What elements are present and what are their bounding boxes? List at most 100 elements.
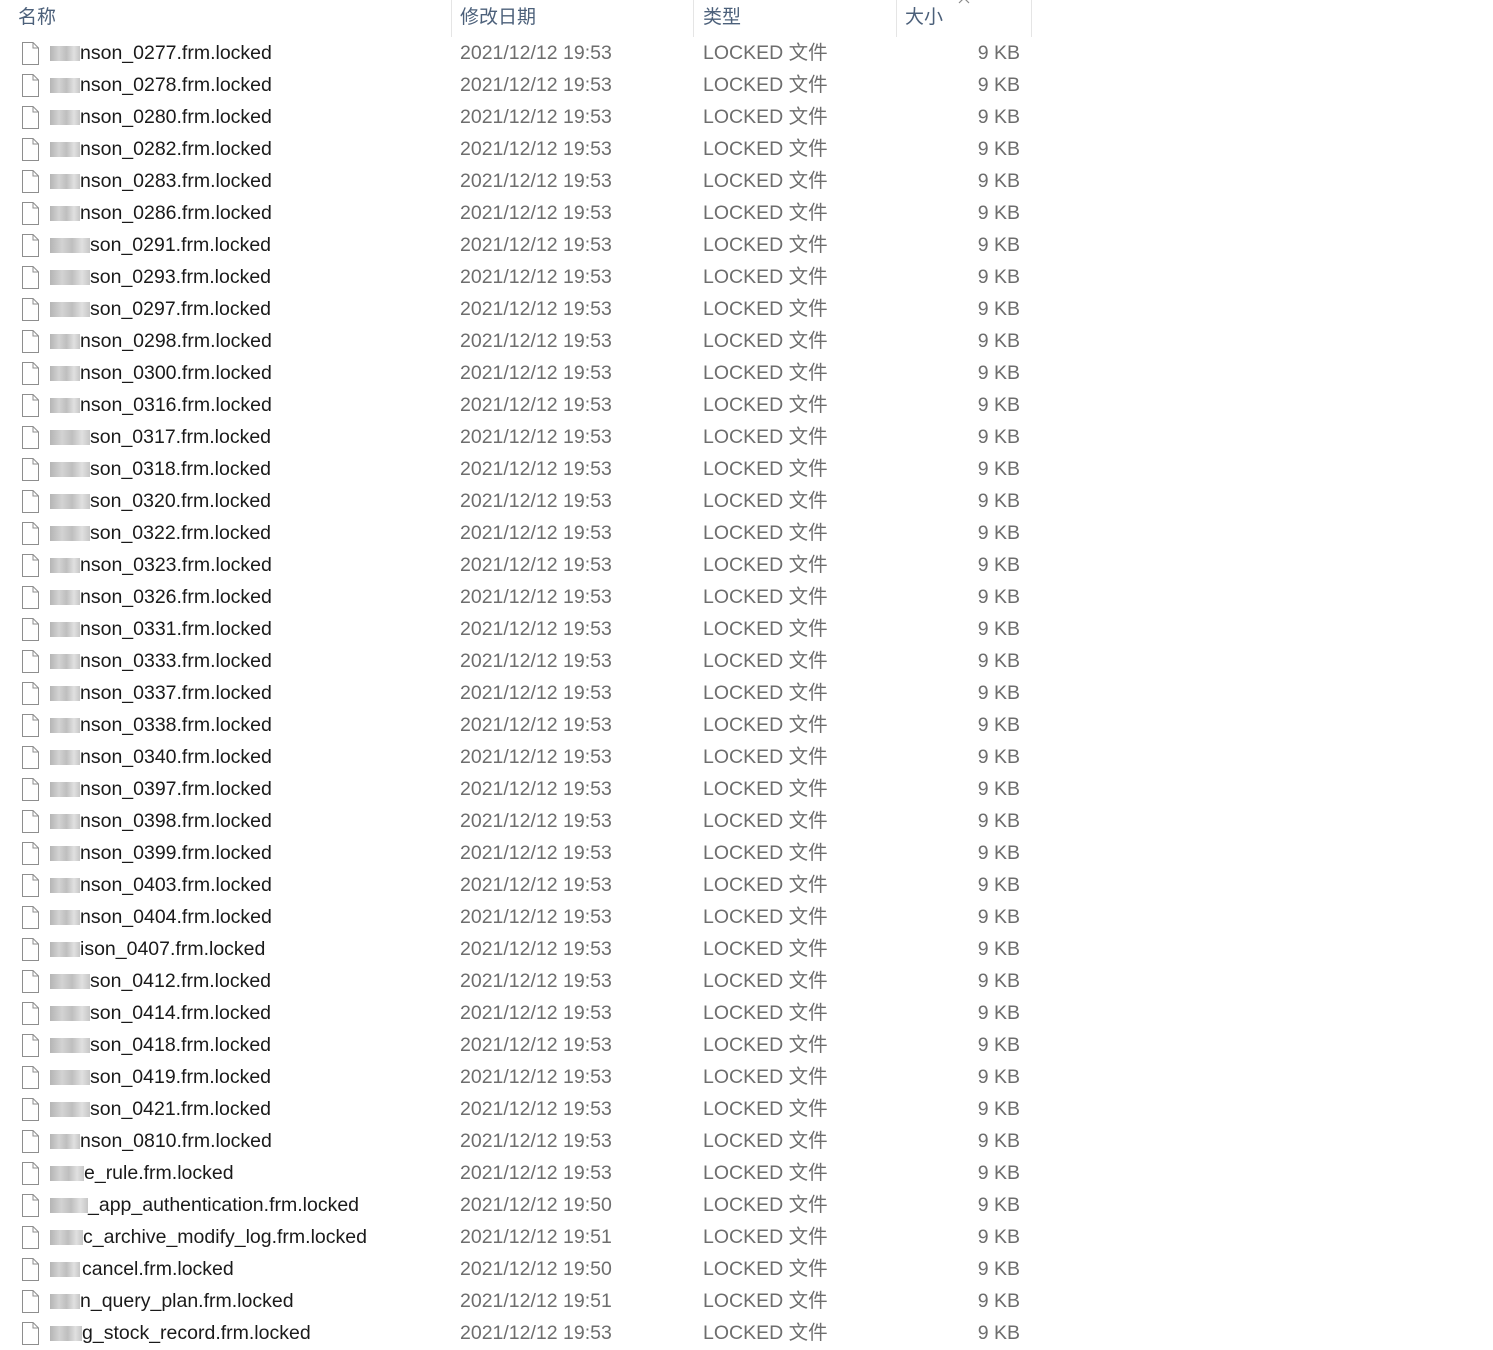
file-size: 9 KB xyxy=(977,1002,1020,1024)
redacted-name-prefix xyxy=(50,910,80,925)
file-date-modified: 2021/12/12 19:53 xyxy=(460,1162,612,1184)
file-type: LOCKED 文件 xyxy=(703,682,828,704)
blank-file-icon xyxy=(22,1322,39,1345)
file-size: 9 KB xyxy=(977,234,1020,256)
file-row[interactable]: nson_0399.frm.locked 2021/12/12 19:53 LOCK… xyxy=(0,837,1032,869)
file-size: 9 KB xyxy=(977,106,1020,128)
file-row[interactable]: nson_0333.frm.locked 2021/12/12 19:53 LOCK… xyxy=(0,645,1032,677)
file-name: nson_0278.frm.locked xyxy=(80,74,272,96)
file-row[interactable]: n_query_plan.frm.locked 2021/12/12 19:51 L… xyxy=(0,1285,1032,1317)
file-row[interactable]: nson_0331.frm.locked 2021/12/12 19:53 LOCK… xyxy=(0,613,1032,645)
file-row[interactable]: son_0418.frm.locked 2021/12/12 19:53 LOCKE… xyxy=(0,1029,1032,1061)
column-header-name[interactable]: 名称 xyxy=(0,0,451,37)
file-row[interactable]: nson_0286.frm.locked 2021/12/12 19:53 LOCK… xyxy=(0,197,1032,229)
file-row[interactable]: nson_0280.frm.locked 2021/12/12 19:53 LOCK… xyxy=(0,101,1032,133)
file-name: nson_0337.frm.locked xyxy=(80,682,272,704)
file-row[interactable]: ison_0407.frm.locked 2021/12/12 19:53 LOCK… xyxy=(0,933,1032,965)
blank-file-icon xyxy=(22,906,39,929)
file-row[interactable]: son_0414.frm.locked 2021/12/12 19:53 LOCKE… xyxy=(0,997,1032,1029)
file-row[interactable]: son_0419.frm.locked 2021/12/12 19:53 LOCKE… xyxy=(0,1061,1032,1093)
file-type: LOCKED 文件 xyxy=(703,1290,828,1312)
file-type: LOCKED 文件 xyxy=(703,874,828,896)
file-row[interactable]: nson_0300.frm.locked 2021/12/12 19:53 LOCK… xyxy=(0,357,1032,389)
file-size: 9 KB xyxy=(977,138,1020,160)
file-row[interactable]: son_0317.frm.locked 2021/12/12 19:53 LOCKE… xyxy=(0,421,1032,453)
file-row[interactable]: nson_0316.frm.locked 2021/12/12 19:53 LOCK… xyxy=(0,389,1032,421)
file-row[interactable]: nson_0340.frm.locked 2021/12/12 19:53 LOCK… xyxy=(0,741,1032,773)
file-date-modified: 2021/12/12 19:53 xyxy=(460,362,612,384)
file-row[interactable]: son_0297.frm.locked 2021/12/12 19:53 LOCKE… xyxy=(0,293,1032,325)
file-name: son_0418.frm.locked xyxy=(90,1034,272,1056)
file-date-modified: 2021/12/12 19:53 xyxy=(460,1002,612,1024)
file-date-modified: 2021/12/12 19:50 xyxy=(460,1258,612,1280)
file-name: nson_0338.frm.locked xyxy=(80,714,272,736)
file-date-modified: 2021/12/12 19:53 xyxy=(460,1130,612,1152)
column-header-date-modified[interactable]: 修改日期 xyxy=(451,0,693,37)
file-date-modified: 2021/12/12 19:53 xyxy=(460,714,612,736)
file-row[interactable]: nson_0326.frm.locked 2021/12/12 19:53 LOCK… xyxy=(0,581,1032,613)
file-size: 9 KB xyxy=(977,458,1020,480)
file-name: son_0320.frm.locked xyxy=(90,490,272,512)
blank-file-icon xyxy=(22,1130,39,1153)
file-size: 9 KB xyxy=(977,810,1020,832)
file-row[interactable]: nson_0323.frm.locked 2021/12/12 19:53 LOCK… xyxy=(0,549,1032,581)
file-row[interactable]: son_0293.frm.locked 2021/12/12 19:53 LOCKE… xyxy=(0,261,1032,293)
blank-file-icon xyxy=(22,42,39,65)
redacted-name-prefix xyxy=(50,1102,90,1117)
file-row[interactable]: son_0421.frm.locked 2021/12/12 19:53 LOCKE… xyxy=(0,1093,1032,1125)
file-size: 9 KB xyxy=(977,394,1020,416)
redacted-name-prefix xyxy=(50,46,80,61)
file-name: son_0293.frm.locked xyxy=(90,266,272,288)
file-size: 9 KB xyxy=(977,650,1020,672)
file-row[interactable]: nson_0278.frm.locked 2021/12/12 19:53 LOCK… xyxy=(0,69,1032,101)
file-size: 9 KB xyxy=(977,266,1020,288)
file-row[interactable]: nson_0298.frm.locked 2021/12/12 19:53 LOCK… xyxy=(0,325,1032,357)
column-header-type[interactable]: 类型 xyxy=(693,0,896,37)
redacted-name-prefix xyxy=(50,494,90,509)
blank-file-icon xyxy=(22,714,39,737)
file-row[interactable]: son_0291.frm.locked 2021/12/12 19:53 LOCKE… xyxy=(0,229,1032,261)
file-row[interactable]: e_rule.frm.locked 2021/12/12 19:53 LOCKED … xyxy=(0,1157,1032,1189)
file-name: n_query_plan.frm.locked xyxy=(80,1290,294,1312)
file-row[interactable]: son_0320.frm.locked 2021/12/12 19:53 LOCKE… xyxy=(0,485,1032,517)
file-type: LOCKED 文件 xyxy=(703,810,828,832)
column-divider[interactable] xyxy=(1031,0,1032,37)
file-row[interactable]: nson_0398.frm.locked 2021/12/12 19:53 LOCK… xyxy=(0,805,1032,837)
file-row[interactable]: nson_0277.frm.locked 2021/12/12 19:53 LOCK… xyxy=(0,37,1032,69)
file-size: 9 KB xyxy=(977,714,1020,736)
file-type: LOCKED 文件 xyxy=(703,1034,828,1056)
blank-file-icon xyxy=(22,810,39,833)
file-size: 9 KB xyxy=(977,1034,1020,1056)
file-size: 9 KB xyxy=(977,746,1020,768)
file-row[interactable]: nson_0337.frm.locked 2021/12/12 19:53 LOCK… xyxy=(0,677,1032,709)
file-row[interactable]: c_archive_modify_log.frm.locked 2021/12/1… xyxy=(0,1221,1032,1253)
file-date-modified: 2021/12/12 19:53 xyxy=(460,1034,612,1056)
file-type: LOCKED 文件 xyxy=(703,586,828,608)
file-row[interactable]: g_stock_record.frm.locked 2021/12/12 19:5… xyxy=(0,1317,1032,1349)
file-type: LOCKED 文件 xyxy=(703,842,828,864)
redacted-name-prefix xyxy=(50,430,90,445)
file-row[interactable]: nson_0397.frm.locked 2021/12/12 19:53 LOCK… xyxy=(0,773,1032,805)
redacted-name-prefix xyxy=(50,590,80,605)
file-row[interactable]: nson_0404.frm.locked 2021/12/12 19:53 LOCK… xyxy=(0,901,1032,933)
file-row[interactable]: nson_0283.frm.locked 2021/12/12 19:53 LOCK… xyxy=(0,165,1032,197)
blank-file-icon xyxy=(22,586,39,609)
file-date-modified: 2021/12/12 19:53 xyxy=(460,970,612,992)
redacted-name-prefix xyxy=(50,174,80,189)
file-row[interactable]: nson_0403.frm.locked 2021/12/12 19:53 LOCK… xyxy=(0,869,1032,901)
file-row[interactable]: _app_authentication.frm.locked 2021/12/12… xyxy=(0,1189,1032,1221)
column-header-size[interactable]: 大小 xyxy=(896,0,1032,37)
redacted-name-prefix xyxy=(50,686,80,701)
blank-file-icon xyxy=(22,842,39,865)
file-row[interactable]: son_0412.frm.locked 2021/12/12 19:53 LOCKE… xyxy=(0,965,1032,997)
file-row[interactable]: nson_0810.frm.locked 2021/12/12 19:53 LOCK… xyxy=(0,1125,1032,1157)
file-row[interactable]: son_0322.frm.locked 2021/12/12 19:53 LOCKE… xyxy=(0,517,1032,549)
file-name: nson_0340.frm.locked xyxy=(80,746,272,768)
file-name: c_archive_modify_log.frm.locked xyxy=(83,1226,367,1248)
file-row[interactable]: son_0318.frm.locked 2021/12/12 19:53 LOCKE… xyxy=(0,453,1032,485)
file-date-modified: 2021/12/12 19:53 xyxy=(460,202,612,224)
file-row[interactable]: cancel.frm.locked 2021/12/12 19:50 LOCKED … xyxy=(0,1253,1032,1285)
file-row[interactable]: nson_0282.frm.locked 2021/12/12 19:53 LOCK… xyxy=(0,133,1032,165)
file-row[interactable]: nson_0338.frm.locked 2021/12/12 19:53 LOCK… xyxy=(0,709,1032,741)
blank-file-icon xyxy=(22,618,39,641)
